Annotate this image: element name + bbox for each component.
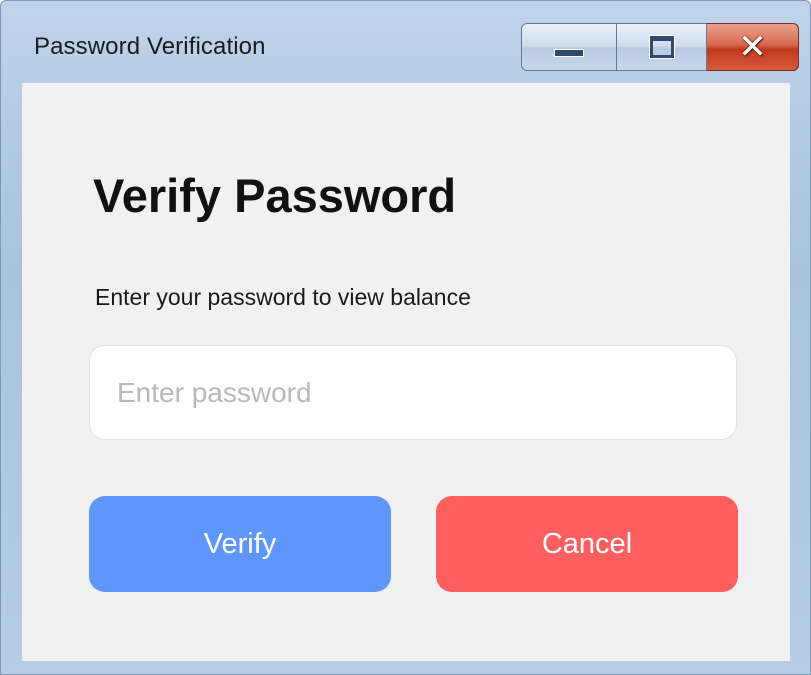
minimize-button[interactable] xyxy=(521,23,617,71)
close-button[interactable]: ✕ xyxy=(707,23,799,71)
caption-buttons: ✕ xyxy=(521,23,799,73)
page-title: Verify Password xyxy=(93,169,457,222)
verify-button[interactable]: Verify xyxy=(89,496,391,592)
password-input[interactable] xyxy=(89,345,737,440)
maximize-button[interactable] xyxy=(617,23,707,71)
window-title: Password Verification xyxy=(34,33,266,60)
close-icon: ✕ xyxy=(738,27,767,67)
title-bar[interactable]: Password Verification ✕ xyxy=(1,1,810,83)
minimize-icon xyxy=(554,49,584,57)
dialog-content: Verify Password Enter your password to v… xyxy=(22,83,790,661)
cancel-button[interactable]: Cancel xyxy=(436,496,738,592)
instruction-text: Enter your password to view balance xyxy=(95,284,471,310)
dialog-window: Password Verification ✕ Verify Password … xyxy=(0,0,811,675)
maximize-icon xyxy=(648,35,675,59)
